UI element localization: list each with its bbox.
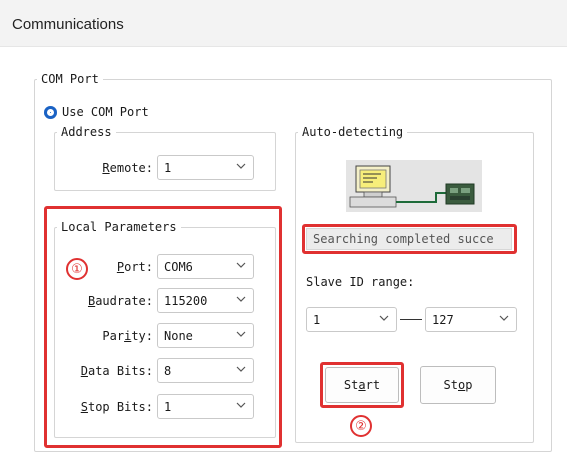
radio-selected-indicator	[44, 105, 57, 119]
data-bits-select[interactable]: 8	[157, 358, 254, 383]
slave-id-min-select[interactable]: 1	[306, 307, 397, 332]
stop-bits-select[interactable]: 1	[157, 394, 254, 419]
parity-select[interactable]: None	[157, 323, 254, 348]
port-select[interactable]: COM6	[157, 254, 254, 279]
chevron-down-icon	[236, 262, 246, 268]
use-com-port-radio[interactable]: Use COM Port	[44, 104, 164, 120]
auto-detecting-legend: Auto-detecting	[302, 125, 404, 139]
parity-value: None	[164, 329, 193, 343]
chevron-down-icon	[379, 315, 389, 321]
baudrate-label: Baudrate:	[87, 294, 153, 308]
range-dash	[400, 319, 422, 320]
callout-2: ②	[350, 415, 372, 437]
remote-select[interactable]: 1	[157, 155, 254, 180]
port-label: Port:	[116, 260, 153, 274]
remote-value: 1	[164, 161, 172, 175]
chevron-down-icon	[499, 315, 509, 321]
chevron-down-icon	[236, 331, 246, 337]
stop-button[interactable]: St o p	[420, 366, 496, 404]
address-legend: Address	[61, 125, 112, 139]
parity-label: Parity:	[102, 329, 153, 343]
baudrate-select[interactable]: 115200	[157, 288, 254, 313]
stop-bits-label: Stop Bits:	[80, 400, 153, 414]
chevron-down-icon	[236, 366, 246, 372]
pc-to-device-icon	[346, 160, 482, 212]
chevron-down-icon	[236, 163, 246, 169]
stop-bits-value: 1	[164, 400, 172, 414]
slave-id-min-value: 1	[313, 313, 321, 327]
highlight-box-status	[302, 224, 517, 254]
slave-id-max-select[interactable]: 127	[425, 307, 517, 332]
remote-label: Remote:	[102, 161, 153, 175]
baudrate-value: 115200	[164, 294, 208, 308]
slave-id-max-value: 127	[432, 313, 454, 327]
chevron-down-icon	[236, 402, 246, 408]
data-bits-label: Data Bits:	[80, 364, 153, 378]
data-bits-value: 8	[164, 364, 172, 378]
chevron-down-icon	[236, 296, 246, 302]
com-port-legend: COM Port	[41, 72, 99, 86]
slave-id-range-label: Slave ID range:	[306, 275, 415, 289]
window-title: Communications	[12, 16, 124, 33]
use-com-port-label: Use COM Port	[62, 105, 149, 119]
highlight-box-start	[320, 362, 404, 408]
port-value: COM6	[164, 260, 193, 274]
